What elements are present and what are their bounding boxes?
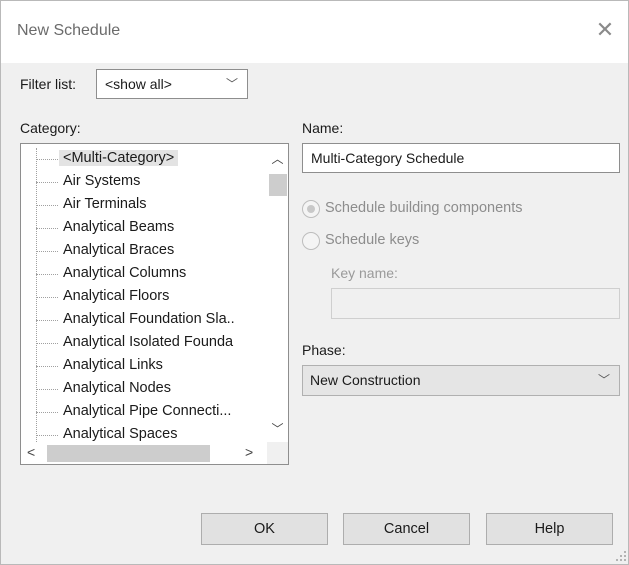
chevron-up-icon[interactable]: ︿ [267,150,288,167]
tree-branch [36,412,58,413]
chevron-right-icon[interactable]: > [245,444,253,460]
vertical-scrollbar[interactable]: ︿ ﹀ [267,144,288,442]
list-item-label: Analytical Foundation Sla.. [63,311,235,327]
schedule-building-components-option[interactable]: Schedule building components [302,198,602,220]
window-title: New Schedule [17,22,121,39]
phase-value: New Construction [310,372,421,388]
name-field[interactable]: Multi-Category Schedule [302,143,620,173]
title-bar: New Schedule ✕ [1,1,628,63]
list-item[interactable]: Air Systems [36,171,267,193]
category-label: Category: [20,120,81,136]
list-item[interactable]: Analytical Isolated Founda [36,332,267,354]
list-item[interactable]: Analytical Spaces [36,424,267,442]
list-item[interactable]: Analytical Columns [36,263,267,285]
list-item-label: Air Systems [63,173,141,189]
list-item-label: Analytical Columns [63,265,187,281]
list-item[interactable]: Analytical Foundation Sla.. [36,309,267,331]
help-button[interactable]: Help [486,513,613,545]
tree-branch [36,389,58,390]
phase-label: Phase: [302,342,346,358]
tree-branch [36,228,58,229]
close-icon[interactable]: ✕ [593,19,617,43]
resize-grip-icon[interactable] [615,551,627,563]
horizontal-scroll-thumb[interactable] [47,445,210,462]
list-item-label: Analytical Floors [63,288,170,304]
schedule-keys-radio[interactable] [302,232,320,250]
list-item[interactable]: Analytical Links [36,355,267,377]
vertical-scroll-thumb[interactable] [269,174,287,196]
ok-button[interactable]: OK [201,513,328,545]
chevron-down-icon[interactable]: ﹀ [267,420,288,437]
list-item-label: Analytical Isolated Founda [63,334,234,350]
list-item[interactable]: Analytical Floors [36,286,267,308]
filter-list-value: <show all> [105,76,172,92]
list-item[interactable]: Analytical Beams [36,217,267,239]
name-label: Name: [302,120,344,136]
tree-branch [36,343,58,344]
list-item[interactable]: <Multi-Category> [36,148,267,170]
list-item-label: Analytical Beams [63,219,175,235]
list-item-label: <Multi-Category> [59,150,179,166]
category-list-viewport: <Multi-Category> Air Systems Air Termina… [21,144,267,442]
tree-branch [36,205,58,206]
list-item-label: Analytical Nodes [63,380,171,396]
list-item-label: Air Terminals [63,196,147,212]
phase-dropdown[interactable]: New Construction ﹀ [302,365,620,396]
schedule-keys-label: Schedule keys [325,232,420,248]
chevron-down-icon: ﹀ [597,373,610,387]
horizontal-scrollbar[interactable]: < > [21,442,267,464]
key-name-field[interactable] [331,288,620,319]
list-item[interactable]: Analytical Pipe Connecti... [36,401,267,423]
schedule-building-components-radio[interactable] [302,200,320,218]
schedule-keys-option[interactable]: Schedule keys [302,230,602,252]
tree-branch [36,182,58,183]
tree-branch [36,435,58,436]
tree-branch [36,366,58,367]
chevron-left-icon[interactable]: < [27,444,35,460]
schedule-building-components-label: Schedule building components [325,200,523,216]
category-list[interactable]: <Multi-Category> Air Systems Air Termina… [20,143,289,465]
tree-branch [36,320,58,321]
list-item[interactable]: Air Terminals [36,194,267,216]
list-item-label: Analytical Pipe Connecti... [63,403,232,419]
chevron-down-icon: ﹀ [225,77,238,91]
tree-branch [36,251,58,252]
filter-list-dropdown[interactable]: <show all> ﹀ [96,69,248,99]
list-item-label: Analytical Links [63,357,163,373]
tree-branch [36,159,58,160]
name-field-value: Multi-Category Schedule [311,150,465,166]
scrollbar-corner [267,442,288,464]
tree-branch [36,274,58,275]
tree-branch [36,297,58,298]
list-item[interactable]: Analytical Braces [36,240,267,262]
new-schedule-dialog: New Schedule ✕ Filter list: <show all> ﹀… [0,0,629,565]
list-item-label: Analytical Spaces [63,426,178,442]
cancel-button[interactable]: Cancel [343,513,470,545]
key-name-label: Key name: [331,265,398,281]
list-item-label: Analytical Braces [63,242,175,258]
list-item[interactable]: Analytical Nodes [36,378,267,400]
filter-list-label: Filter list: [20,76,76,92]
